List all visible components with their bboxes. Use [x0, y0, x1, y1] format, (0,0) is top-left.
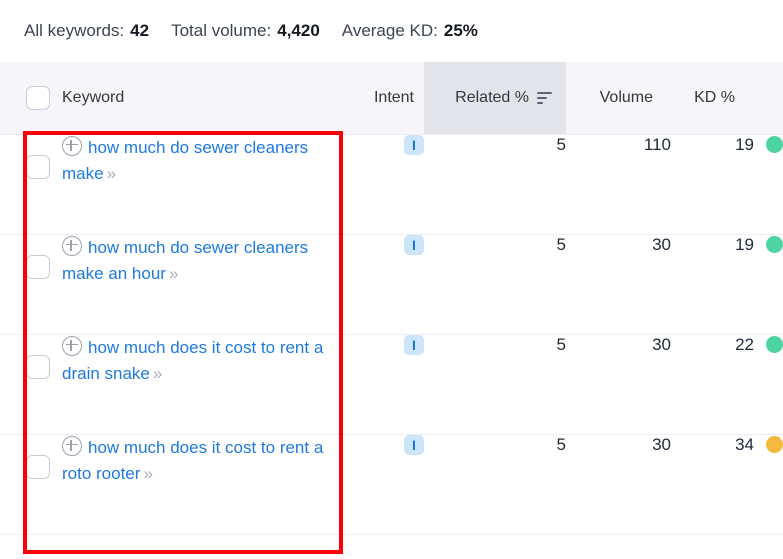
intent-badge[interactable]: I [404, 334, 424, 355]
related-percent-cell: 5 [424, 134, 566, 235]
table-row[interactable]: how much do sewer cleaners make» I 5 110 19 [0, 134, 783, 235]
table-row[interactable]: how much does it cost to rent a roto roo… [0, 434, 783, 535]
row-checkbox[interactable] [26, 254, 50, 279]
intent-badge[interactable]: I [404, 434, 424, 455]
add-keyword-icon[interactable] [62, 435, 82, 456]
summary-average-kd-label: Average KD: [341, 21, 438, 40]
table-body: how much do sewer cleaners make» I 5 110 19 h… [0, 134, 783, 535]
summary-total-volume: Total volume: 4,420 [171, 21, 320, 41]
intent-cell: I [346, 434, 424, 535]
intent-cell: I [346, 134, 424, 235]
summary-all-keywords-label: All keywords: [24, 21, 125, 40]
volume-cell: 30 [566, 234, 671, 335]
keyword-expand-icon[interactable]: » [169, 264, 179, 283]
related-percent-cell: 5 [424, 434, 566, 535]
table-header: Keyword Intent Related % Volume KD % [0, 62, 783, 135]
keyword-expand-icon[interactable]: » [153, 364, 163, 383]
header-volume-label: Volume [599, 88, 653, 106]
related-percent-cell: 5 [424, 334, 566, 435]
keyword-cell: how much do sewer cleaners make» [62, 134, 346, 235]
summary-average-kd: Average KD: 25% [342, 21, 478, 41]
select-all-checkbox[interactable] [26, 85, 50, 110]
sort-descending-icon[interactable] [537, 91, 552, 105]
summary-all-keywords-value: 42 [130, 21, 150, 40]
intent-badge[interactable]: I [404, 134, 424, 155]
kd-value: 22 [735, 334, 754, 354]
add-keyword-icon[interactable] [62, 335, 82, 356]
intent-badge[interactable]: I [404, 234, 424, 255]
intent-cell: I [346, 234, 424, 335]
volume-cell: 30 [566, 434, 671, 535]
table-header-row: Keyword Intent Related % Volume KD % [0, 62, 783, 135]
intent-cell: I [346, 334, 424, 435]
header-keyword-label: Keyword [62, 88, 125, 106]
kd-value: 19 [735, 134, 754, 154]
volume-cell: 110 [566, 134, 671, 235]
keyword-link[interactable]: how much does it cost to rent a roto roo… [62, 438, 323, 483]
header-intent-label: Intent [373, 88, 414, 106]
keyword-cell: how much does it cost to rent a drain sn… [62, 334, 346, 435]
row-select-cell[interactable] [0, 134, 62, 235]
keyword-expand-icon[interactable]: » [143, 464, 153, 483]
add-keyword-icon[interactable] [62, 235, 82, 256]
row-checkbox[interactable] [26, 454, 50, 479]
kd-value: 34 [735, 434, 754, 454]
kd-percent-cell: 19 [671, 234, 783, 335]
header-intent[interactable]: Intent [346, 62, 424, 135]
summary-bar: All keywords: 42 Total volume: 4,420 Ave… [0, 0, 783, 62]
row-select-cell[interactable] [0, 334, 62, 435]
header-kd-percent-label: KD % [694, 88, 735, 106]
kd-status-dot [766, 436, 783, 453]
keywords-table: Keyword Intent Related % Volume KD % how… [0, 62, 783, 535]
keyword-cell: how much do sewer cleaners make an hour» [62, 234, 346, 335]
volume-cell: 30 [566, 334, 671, 435]
row-select-cell[interactable] [0, 234, 62, 335]
summary-total-volume-label: Total volume: [171, 21, 272, 40]
kd-status-dot [766, 136, 783, 153]
keyword-expand-icon[interactable]: » [107, 164, 117, 183]
summary-all-keywords: All keywords: 42 [24, 21, 149, 41]
header-kd-percent[interactable]: KD % [671, 62, 783, 135]
kd-value: 19 [735, 234, 754, 254]
keyword-link[interactable]: how much do sewer cleaners make [62, 138, 308, 183]
header-volume[interactable]: Volume [566, 62, 671, 135]
keyword-link[interactable]: how much do sewer cleaners make an hour [62, 238, 308, 283]
keyword-cell: how much does it cost to rent a roto roo… [62, 434, 346, 535]
kd-percent-cell: 19 [671, 134, 783, 235]
table-row[interactable]: how much does it cost to rent a drain sn… [0, 334, 783, 435]
table-row[interactable]: how much do sewer cleaners make an hour»… [0, 234, 783, 335]
kd-status-dot [766, 236, 783, 253]
related-percent-cell: 5 [424, 234, 566, 335]
summary-average-kd-value: 25% [443, 21, 478, 40]
header-select-all[interactable] [0, 62, 62, 135]
keyword-link[interactable]: how much does it cost to rent a drain sn… [62, 338, 323, 383]
summary-total-volume-value: 4,420 [277, 21, 320, 40]
row-select-cell[interactable] [0, 434, 62, 535]
kd-status-dot [766, 336, 783, 353]
kd-percent-cell: 22 [671, 334, 783, 435]
row-checkbox[interactable] [26, 354, 50, 379]
header-related-percent[interactable]: Related % [424, 62, 566, 135]
add-keyword-icon[interactable] [62, 135, 82, 156]
row-checkbox[interactable] [26, 154, 50, 179]
kd-percent-cell: 34 [671, 434, 783, 535]
header-keyword[interactable]: Keyword [62, 62, 346, 135]
header-related-percent-label: Related % [455, 88, 529, 106]
